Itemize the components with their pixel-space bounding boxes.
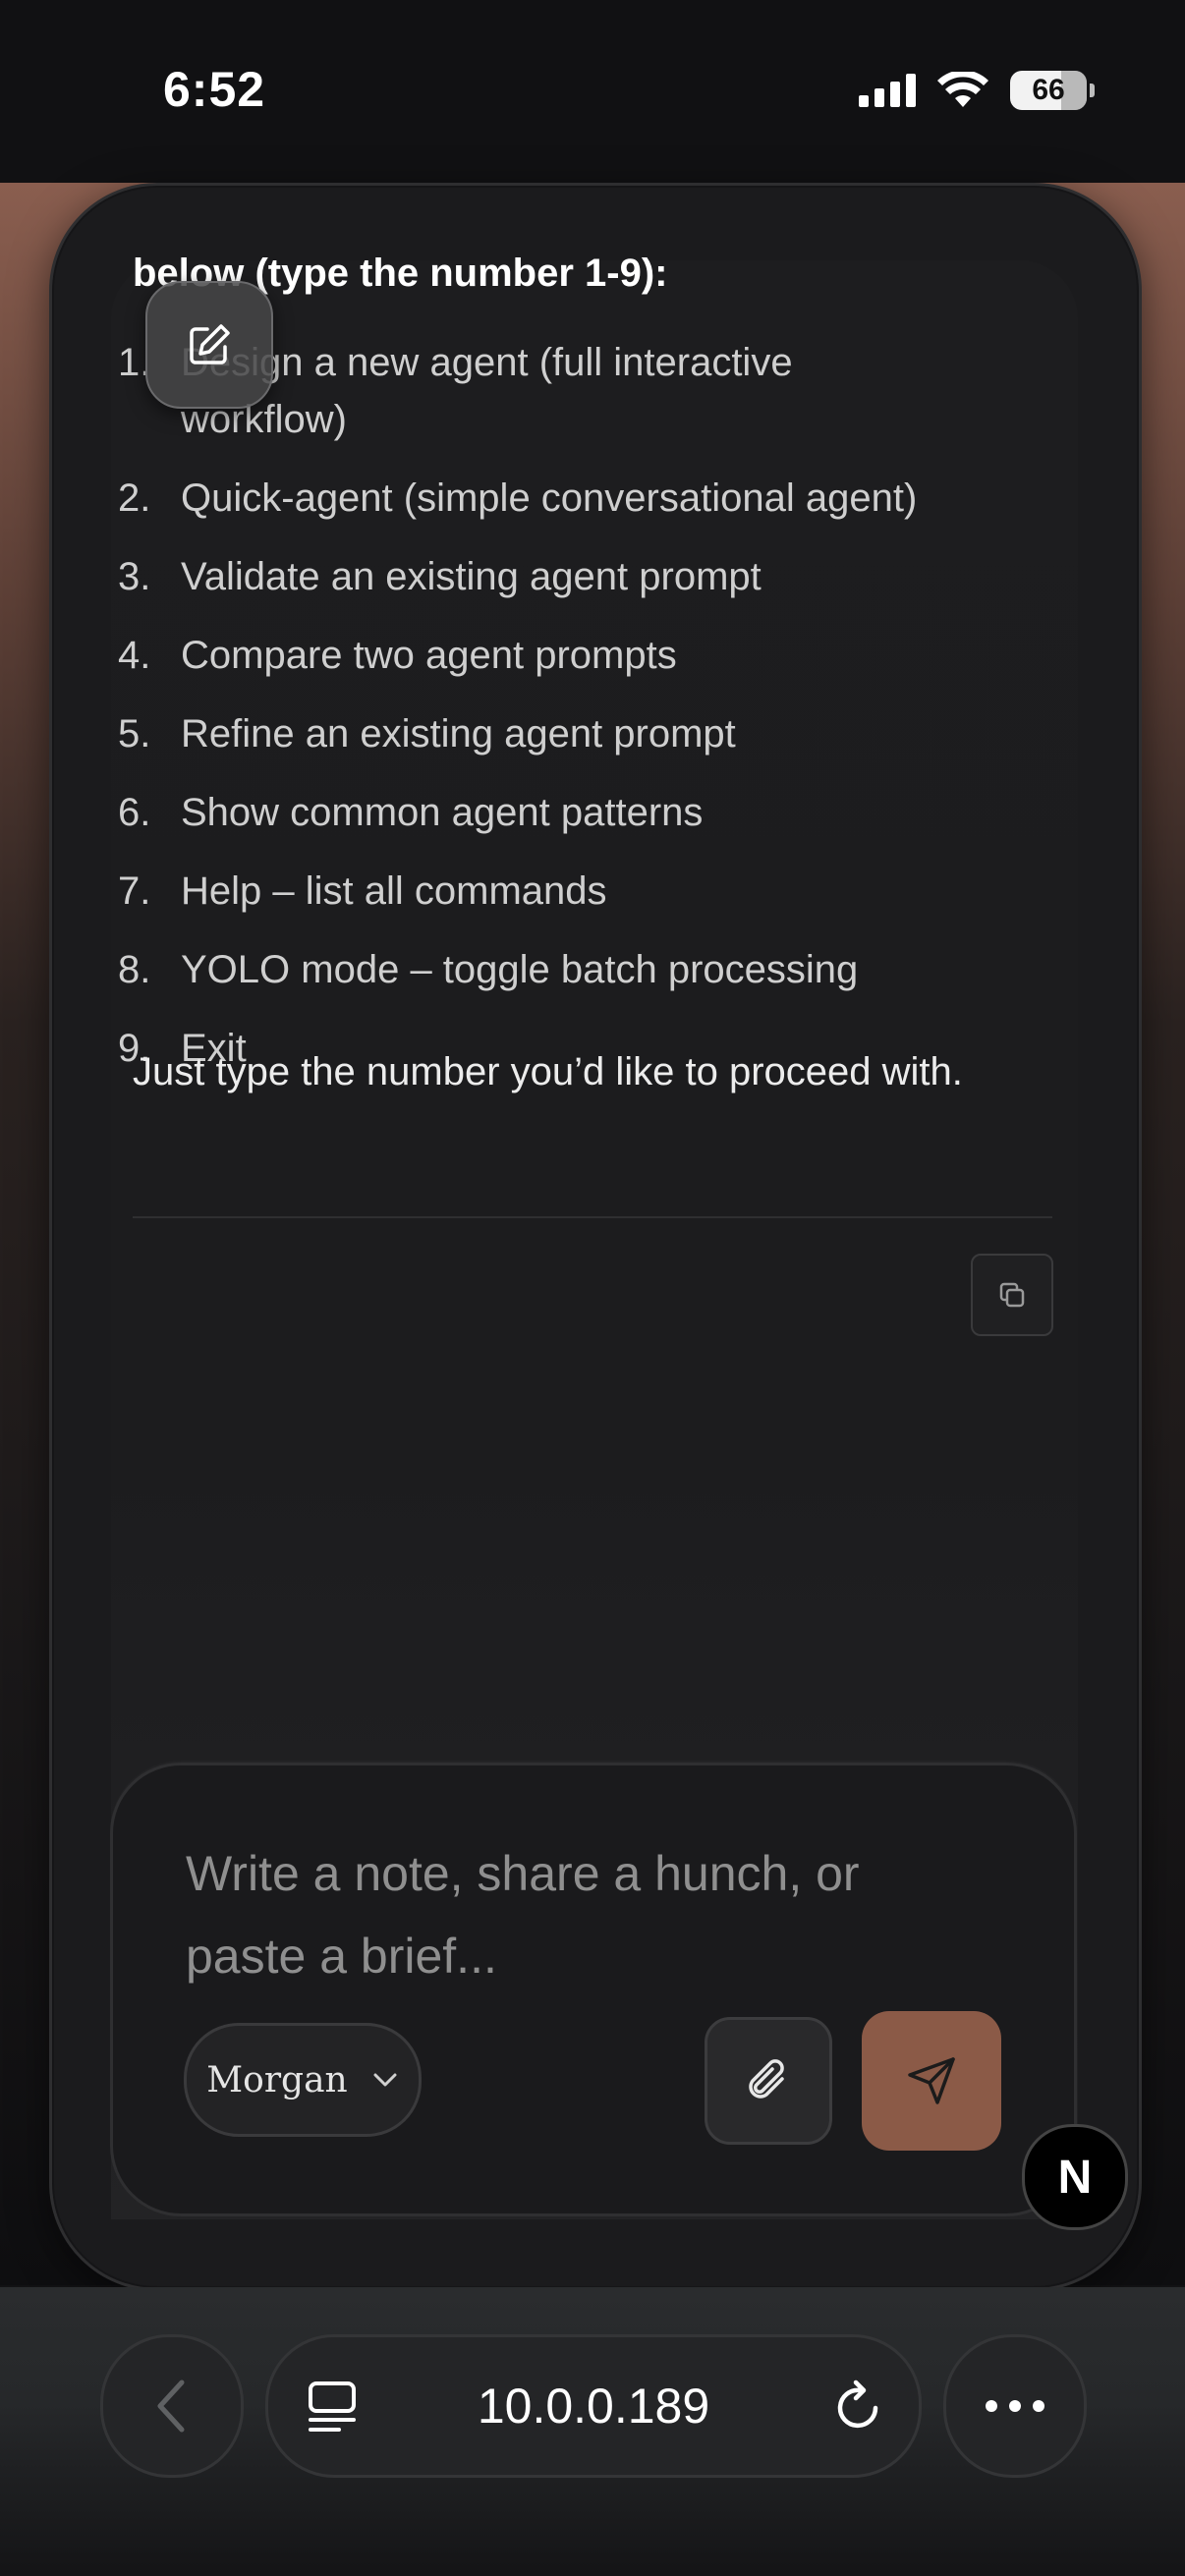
list-item: 4. Compare two agent prompts xyxy=(118,634,677,677)
status-icons: 66 xyxy=(859,71,1095,110)
battery-level: 66 xyxy=(1032,74,1065,106)
clock: 6:52 xyxy=(163,62,266,117)
battery-icon: 66 xyxy=(1010,71,1095,110)
attach-button[interactable] xyxy=(705,2017,832,2145)
edit-icon xyxy=(190,324,230,364)
new-chat-button[interactable] xyxy=(145,281,273,409)
chevron-down-icon xyxy=(373,2073,397,2087)
reload-icon[interactable] xyxy=(832,2379,883,2434)
message-outro: Just type the number you’d like to proce… xyxy=(133,1050,963,1093)
list-item: 3. Validate an existing agent prompt xyxy=(118,555,762,598)
list-item: 8. YOLO mode – toggle batch processing xyxy=(118,948,859,991)
list-item: 5. Refine an existing agent prompt xyxy=(118,712,736,756)
cellular-signal-icon xyxy=(859,74,916,107)
agent-selector-label: Morgan xyxy=(206,2059,348,2100)
status-bar: 6:52 66 xyxy=(0,0,1185,183)
options-list: 1. Design a new agent (full interactive w… xyxy=(118,334,1032,1098)
more-button[interactable] xyxy=(943,2334,1087,2478)
composer: Write a note, share a hunch, or paste a … xyxy=(110,1763,1077,2216)
chevron-left-icon xyxy=(157,2380,185,2433)
copy-button[interactable] xyxy=(971,1254,1053,1336)
address-bar[interactable]: 10.0.0.189 xyxy=(265,2334,922,2478)
copy-icon xyxy=(999,1282,1025,1308)
url-text: 10.0.0.189 xyxy=(477,2379,710,2434)
dev-badge[interactable]: N xyxy=(1022,2124,1128,2230)
list-item: 2. Quick-agent (simple conversational age… xyxy=(118,476,918,520)
list-item: 6. Show common agent patterns xyxy=(118,791,704,834)
list-item: 7. Help – list all commands xyxy=(118,869,607,913)
message-input[interactable]: Write a note, share a hunch, or paste a … xyxy=(186,1832,991,1997)
more-icon xyxy=(986,2400,1044,2412)
send-icon xyxy=(908,2057,955,2104)
wifi-icon xyxy=(937,72,988,107)
back-button[interactable] xyxy=(100,2334,244,2478)
agent-selector[interactable]: Morgan xyxy=(184,2023,422,2137)
divider xyxy=(133,1216,1052,1218)
send-button[interactable] xyxy=(862,2011,1001,2151)
paperclip-icon xyxy=(749,2059,784,2099)
